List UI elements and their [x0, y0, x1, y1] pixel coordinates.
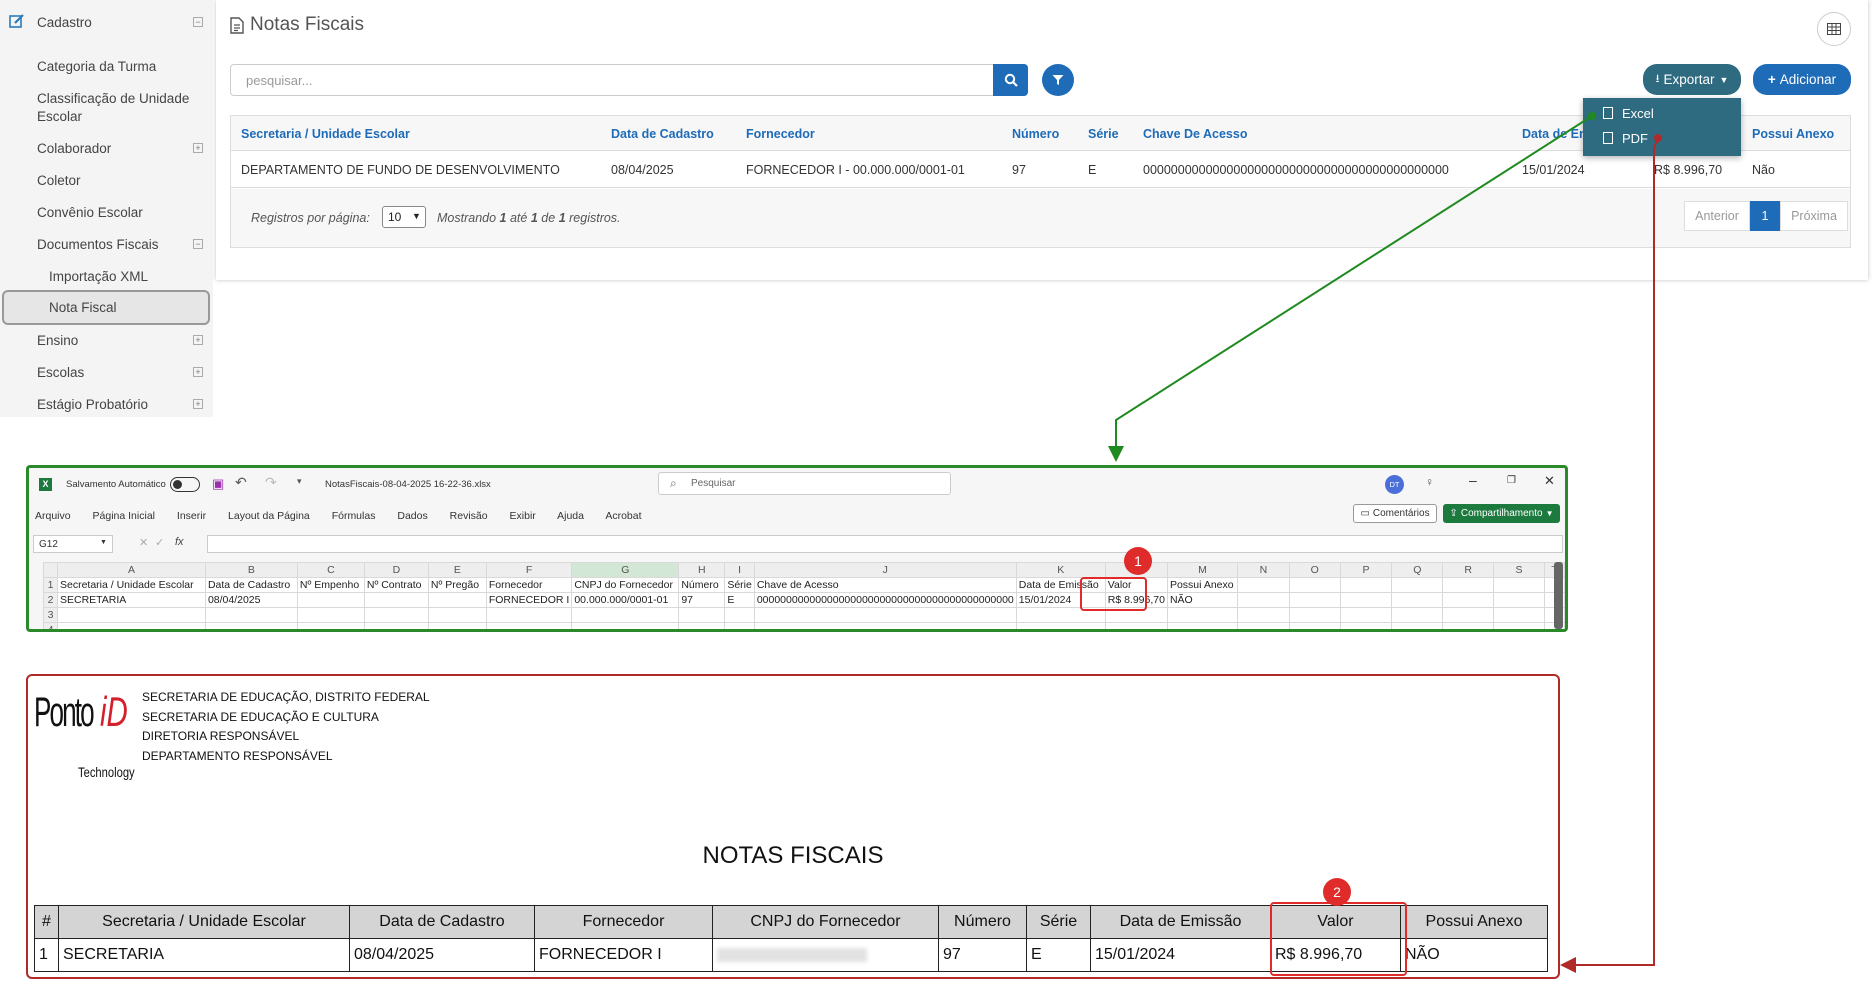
annotation-arrows	[1108, 112, 1662, 973]
